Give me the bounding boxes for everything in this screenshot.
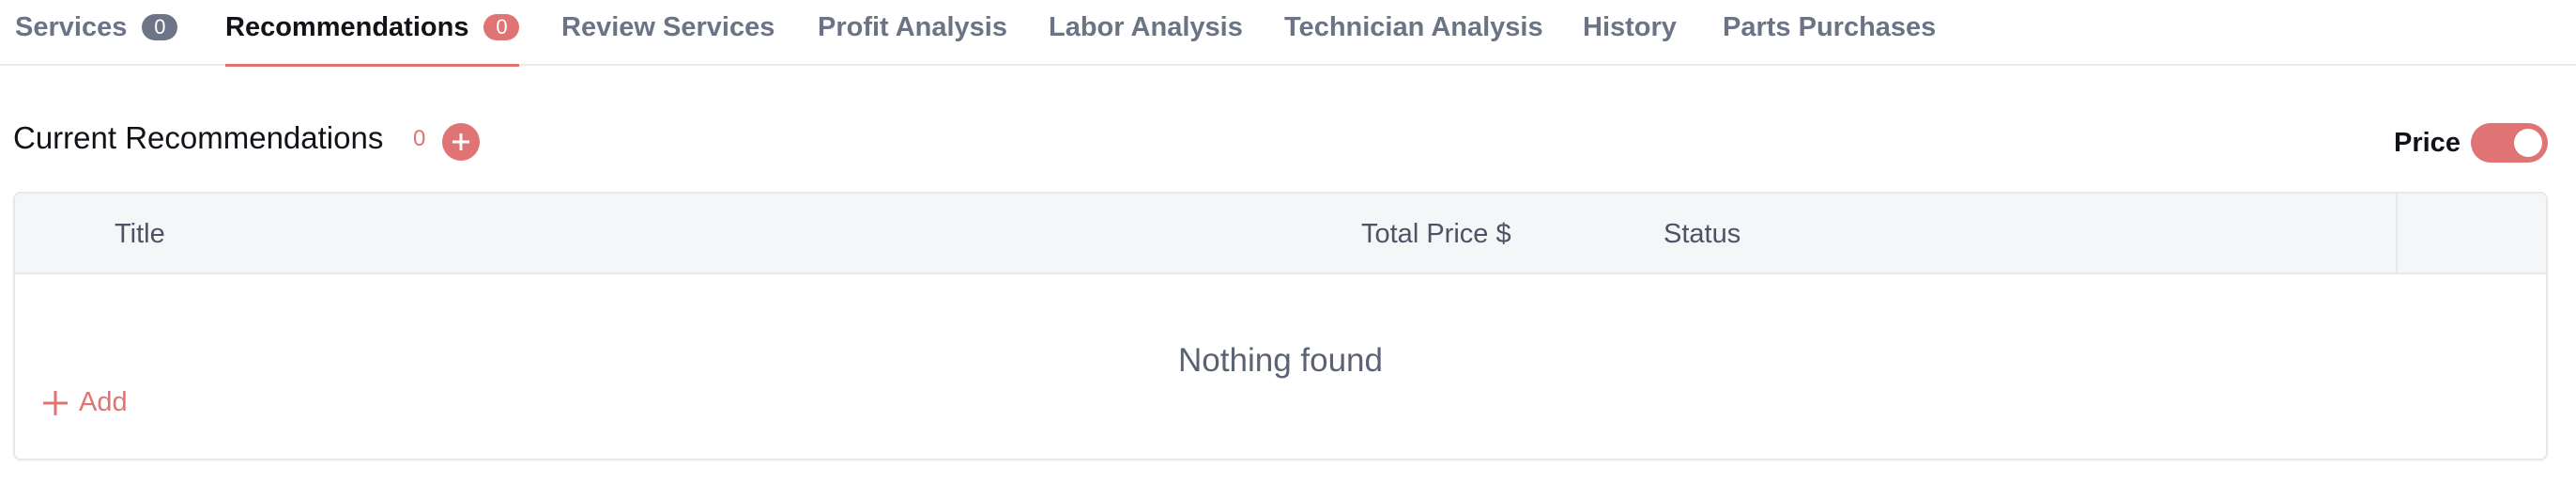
column-divider <box>2396 194 2398 274</box>
add-recommendation-button[interactable]: Add <box>43 387 128 418</box>
tab-bar: Services 0 Recommendations 0 Review Serv… <box>0 0 2576 67</box>
tab-label: Profit Analysis <box>818 11 1007 42</box>
section-title: Current Recommendations <box>13 120 384 155</box>
empty-state-text: Nothing found <box>1178 342 1383 379</box>
tab-label: Technician Analysis <box>1284 11 1543 42</box>
tab-label: History <box>1583 11 1677 42</box>
recommendations-count: 0 <box>413 126 426 151</box>
plus-icon <box>43 391 68 415</box>
column-header-total-price[interactable]: Total Price $ <box>1361 194 1511 274</box>
column-header-status[interactable]: Status <box>1664 194 1740 274</box>
price-toggle[interactable] <box>2471 123 2548 163</box>
tab-label: Labor Analysis <box>1049 11 1243 42</box>
tab-recommendations[interactable]: Recommendations 0 <box>225 0 520 67</box>
toggle-knob <box>2514 129 2542 157</box>
tab-label: Services <box>15 11 128 42</box>
table-header: Title Total Price $ Status <box>15 194 2546 274</box>
count-badge: 0 <box>142 14 178 40</box>
recommendations-table: Title Total Price $ Status Nothing found… <box>13 192 2548 460</box>
tab-review-services[interactable]: Review Services <box>561 0 774 66</box>
add-label: Add <box>79 387 128 417</box>
tab-label: Recommendations <box>225 11 469 42</box>
tab-label: Review Services <box>561 11 775 42</box>
tab-profit-analysis[interactable]: Profit Analysis <box>818 0 1007 66</box>
tab-technician-analysis[interactable]: Technician Analysis <box>1284 0 1543 66</box>
tab-parts-purchases[interactable]: Parts Purchases <box>1723 0 1936 66</box>
plus-circle-icon[interactable] <box>442 123 480 161</box>
count-badge: 0 <box>483 14 520 40</box>
price-toggle-label: Price <box>2394 128 2461 158</box>
column-header-title[interactable]: Title <box>115 194 165 274</box>
tab-history[interactable]: History <box>1583 0 1677 66</box>
tab-label: Parts Purchases <box>1723 11 1937 42</box>
tab-services[interactable]: Services 0 <box>15 0 178 66</box>
tab-labor-analysis[interactable]: Labor Analysis <box>1049 0 1243 66</box>
